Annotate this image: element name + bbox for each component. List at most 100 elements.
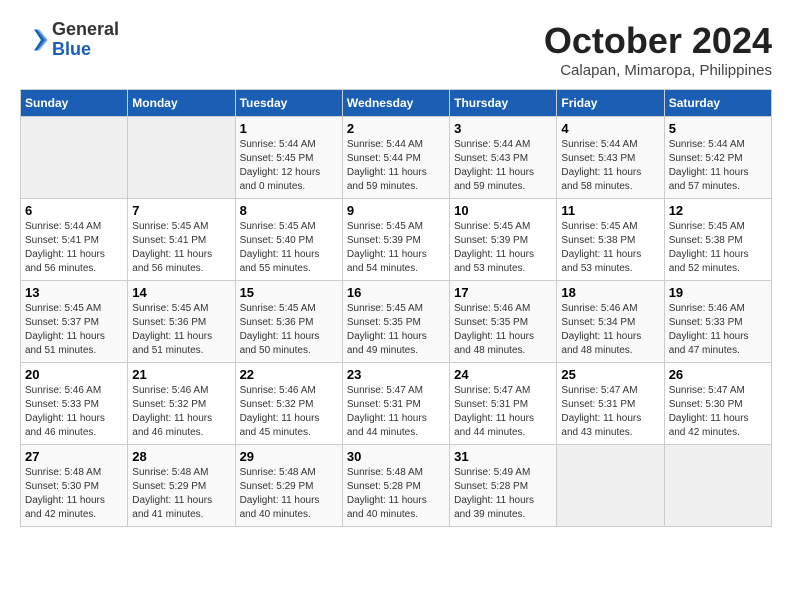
cell-content: Sunrise: 5:45 AMSunset: 5:35 PMDaylight:… [347,302,445,358]
cell-content: Sunrise: 5:45 AMSunset: 5:40 PMDaylight:… [240,220,338,276]
calendar-cell: 23 Sunrise: 5:47 AMSunset: 5:31 PMDayligh… [342,363,449,445]
calendar-cell: 26 Sunrise: 5:47 AMSunset: 5:30 PMDayligh… [664,363,771,445]
calendar-cell: 4 Sunrise: 5:44 AMSunset: 5:43 PMDaylight… [557,117,664,199]
day-number: 14 [132,285,230,300]
calendar-cell: 3Sunrise: 5:44 AMSunset: 5:43 PMDaylight… [450,117,557,199]
calendar-cell: 21 Sunrise: 5:46 AMSunset: 5:32 PMDayligh… [128,363,235,445]
cell-content: Sunrise: 5:48 AMSunset: 5:28 PMDaylight:… [347,466,445,522]
cell-content: Sunrise: 5:44 AMSunset: 5:45 PMDaylight:… [240,138,338,194]
calendar-cell: 30 Sunrise: 5:48 AMSunset: 5:28 PMDayligh… [342,445,449,527]
cell-content: Sunrise: 5:46 AMSunset: 5:32 PMDaylight:… [240,384,338,440]
calendar-cell: 20Sunrise: 5:46 AMSunset: 5:33 PMDayligh… [21,363,128,445]
header-day-tuesday: Tuesday [235,90,342,117]
calendar-header-row: SundayMondayTuesdayWednesdayThursdayFrid… [21,90,772,117]
header-day-wednesday: Wednesday [342,90,449,117]
cell-content: Sunrise: 5:44 AMSunset: 5:44 PMDaylight:… [347,138,445,194]
calendar-cell [128,117,235,199]
calendar-cell: 11 Sunrise: 5:45 AMSunset: 5:38 PMDayligh… [557,199,664,281]
cell-content: Sunrise: 5:46 AMSunset: 5:33 PMDaylight:… [25,384,123,440]
logo-general-text: General [52,20,119,40]
cell-content: Sunrise: 5:45 AMSunset: 5:36 PMDaylight:… [132,302,230,358]
day-number: 17 [454,285,552,300]
calendar-cell: 25 Sunrise: 5:47 AMSunset: 5:31 PMDayligh… [557,363,664,445]
cell-content: Sunrise: 5:45 AMSunset: 5:37 PMDaylight:… [25,302,123,358]
cell-content: Sunrise: 5:45 AMSunset: 5:36 PMDaylight:… [240,302,338,358]
header-day-monday: Monday [128,90,235,117]
calendar-week-row: 6Sunrise: 5:44 AMSunset: 5:41 PMDaylight… [21,199,772,281]
day-number: 15 [240,285,338,300]
day-number: 11 [561,203,659,218]
calendar-cell: 9Sunrise: 5:45 AMSunset: 5:39 PMDaylight… [342,199,449,281]
calendar-cell: 12 Sunrise: 5:45 AMSunset: 5:38 PMDayligh… [664,199,771,281]
calendar-week-row: 1 Sunrise: 5:44 AMSunset: 5:45 PMDaylight… [21,117,772,199]
day-number: 7 [132,203,230,218]
calendar-cell: 29 Sunrise: 5:48 AMSunset: 5:29 PMDayligh… [235,445,342,527]
day-number: 2 [347,121,445,136]
calendar-week-row: 20Sunrise: 5:46 AMSunset: 5:33 PMDayligh… [21,363,772,445]
calendar-cell: 22 Sunrise: 5:46 AMSunset: 5:32 PMDayligh… [235,363,342,445]
cell-content: Sunrise: 5:48 AMSunset: 5:29 PMDaylight:… [240,466,338,522]
header-day-thursday: Thursday [450,90,557,117]
calendar-cell: 1 Sunrise: 5:44 AMSunset: 5:45 PMDaylight… [235,117,342,199]
day-number: 28 [132,449,230,464]
cell-content: Sunrise: 5:47 AMSunset: 5:30 PMDaylight:… [669,384,767,440]
calendar-cell: 13 Sunrise: 5:45 AMSunset: 5:37 PMDayligh… [21,281,128,363]
cell-content: Sunrise: 5:47 AMSunset: 5:31 PMDaylight:… [347,384,445,440]
cell-content: Sunrise: 5:48 AMSunset: 5:29 PMDaylight:… [132,466,230,522]
day-number: 16 [347,285,445,300]
calendar-cell: 19Sunrise: 5:46 AMSunset: 5:33 PMDayligh… [664,281,771,363]
header-day-friday: Friday [557,90,664,117]
calendar-week-row: 27 Sunrise: 5:48 AMSunset: 5:30 PMDayligh… [21,445,772,527]
page-header: General Blue October 2024 Calapan, Mimar… [20,20,772,79]
day-number: 24 [454,367,552,382]
cell-content: Sunrise: 5:44 AMSunset: 5:41 PMDaylight:… [25,220,123,276]
day-number: 12 [669,203,767,218]
day-number: 1 [240,121,338,136]
logo-blue-text: Blue [52,40,119,60]
cell-content: Sunrise: 5:45 AMSunset: 5:41 PMDaylight:… [132,220,230,276]
calendar-cell [557,445,664,527]
calendar-cell: 10Sunrise: 5:45 AMSunset: 5:39 PMDayligh… [450,199,557,281]
day-number: 4 [561,121,659,136]
day-number: 27 [25,449,123,464]
calendar-cell: 2 Sunrise: 5:44 AMSunset: 5:44 PMDaylight… [342,117,449,199]
header-day-sunday: Sunday [21,90,128,117]
day-number: 25 [561,367,659,382]
title-block: October 2024 Calapan, Mimaropa, Philippi… [544,20,772,79]
calendar-cell: 17 Sunrise: 5:46 AMSunset: 5:35 PMDayligh… [450,281,557,363]
cell-content: Sunrise: 5:49 AMSunset: 5:28 PMDaylight:… [454,466,552,522]
calendar-cell: 31Sunrise: 5:49 AMSunset: 5:28 PMDayligh… [450,445,557,527]
day-number: 21 [132,367,230,382]
cell-content: Sunrise: 5:47 AMSunset: 5:31 PMDaylight:… [561,384,659,440]
calendar-cell: 16 Sunrise: 5:45 AMSunset: 5:35 PMDayligh… [342,281,449,363]
cell-content: Sunrise: 5:46 AMSunset: 5:35 PMDaylight:… [454,302,552,358]
calendar-cell: 18Sunrise: 5:46 AMSunset: 5:34 PMDayligh… [557,281,664,363]
cell-content: Sunrise: 5:46 AMSunset: 5:32 PMDaylight:… [132,384,230,440]
day-number: 29 [240,449,338,464]
day-number: 10 [454,203,552,218]
calendar-cell [664,445,771,527]
day-number: 19 [669,285,767,300]
cell-content: Sunrise: 5:48 AMSunset: 5:30 PMDaylight:… [25,466,123,522]
day-number: 26 [669,367,767,382]
cell-content: Sunrise: 5:45 AMSunset: 5:38 PMDaylight:… [561,220,659,276]
month-title: October 2024 [544,20,772,62]
calendar-week-row: 13 Sunrise: 5:45 AMSunset: 5:37 PMDayligh… [21,281,772,363]
day-number: 23 [347,367,445,382]
day-number: 13 [25,285,123,300]
calendar-cell: 24Sunrise: 5:47 AMSunset: 5:31 PMDayligh… [450,363,557,445]
day-number: 22 [240,367,338,382]
calendar-cell: 27 Sunrise: 5:48 AMSunset: 5:30 PMDayligh… [21,445,128,527]
logo-icon [20,26,48,54]
day-number: 8 [240,203,338,218]
header-day-saturday: Saturday [664,90,771,117]
calendar-table: SundayMondayTuesdayWednesdayThursdayFrid… [20,89,772,527]
cell-content: Sunrise: 5:44 AMSunset: 5:42 PMDaylight:… [669,138,767,194]
cell-content: Sunrise: 5:44 AMSunset: 5:43 PMDaylight:… [561,138,659,194]
calendar-cell: 28 Sunrise: 5:48 AMSunset: 5:29 PMDayligh… [128,445,235,527]
calendar-cell: 14 Sunrise: 5:45 AMSunset: 5:36 PMDayligh… [128,281,235,363]
logo: General Blue [20,20,119,60]
calendar-cell: 15 Sunrise: 5:45 AMSunset: 5:36 PMDayligh… [235,281,342,363]
day-number: 30 [347,449,445,464]
cell-content: Sunrise: 5:45 AMSunset: 5:38 PMDaylight:… [669,220,767,276]
